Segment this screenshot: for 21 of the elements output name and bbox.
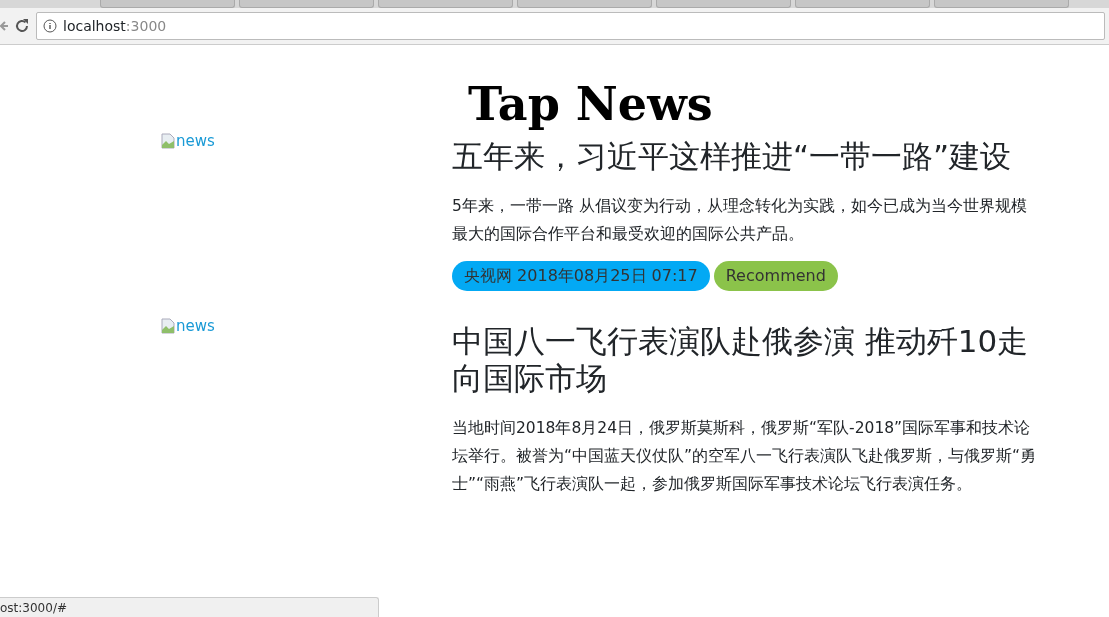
browser-tab[interactable] bbox=[795, 0, 930, 8]
browser-tab[interactable] bbox=[517, 0, 652, 8]
address-bar[interactable]: localhost:3000 bbox=[36, 12, 1105, 40]
back-icon[interactable] bbox=[0, 19, 8, 33]
info-icon[interactable] bbox=[43, 19, 57, 33]
news-title[interactable]: 中国八一飞行表演队赴俄参演 推动歼10走向国际市场 bbox=[452, 322, 1037, 397]
news-title[interactable]: 五年来，习近平这样推进“一带一路”建设 bbox=[452, 137, 1037, 175]
site-logo[interactable]: Tap News bbox=[468, 79, 1037, 130]
reload-icon[interactable] bbox=[14, 18, 30, 34]
browser-tab[interactable] bbox=[934, 0, 1069, 8]
info-tag: Recommend bbox=[713, 260, 838, 291]
browser-tab[interactable] bbox=[239, 0, 374, 8]
browser-tab[interactable] bbox=[100, 0, 235, 8]
status-url: ost:3000/# bbox=[0, 597, 379, 617]
news-summary: 5年来，一带一路 从倡议变为行动，从理念转化为实践，如今已成为当今世界规模最大的国际合作平台和最受欢迎的国际公共产品。 bbox=[452, 195, 1028, 245]
broken-image-icon bbox=[161, 132, 175, 149]
browser-tab[interactable] bbox=[378, 0, 513, 8]
broken-image-icon bbox=[161, 317, 175, 334]
browser-tab[interactable] bbox=[656, 0, 791, 8]
news-summary: 当地时间2018年8月24日，俄罗斯莫斯科，俄罗斯“军队-2018”国际军事和技术论坛举行。被誉为“中国蓝天仪仗队”的空军八一飞行表演队飞赴俄罗斯，与俄罗斯“勇士”“雨燕”飞行表演队一起，参加俄罗斯国际军事技术论坛飞行表演任务。 bbox=[452, 417, 1037, 495]
info-tag: 央视网 2018年08月25日 07:17 bbox=[452, 260, 710, 291]
